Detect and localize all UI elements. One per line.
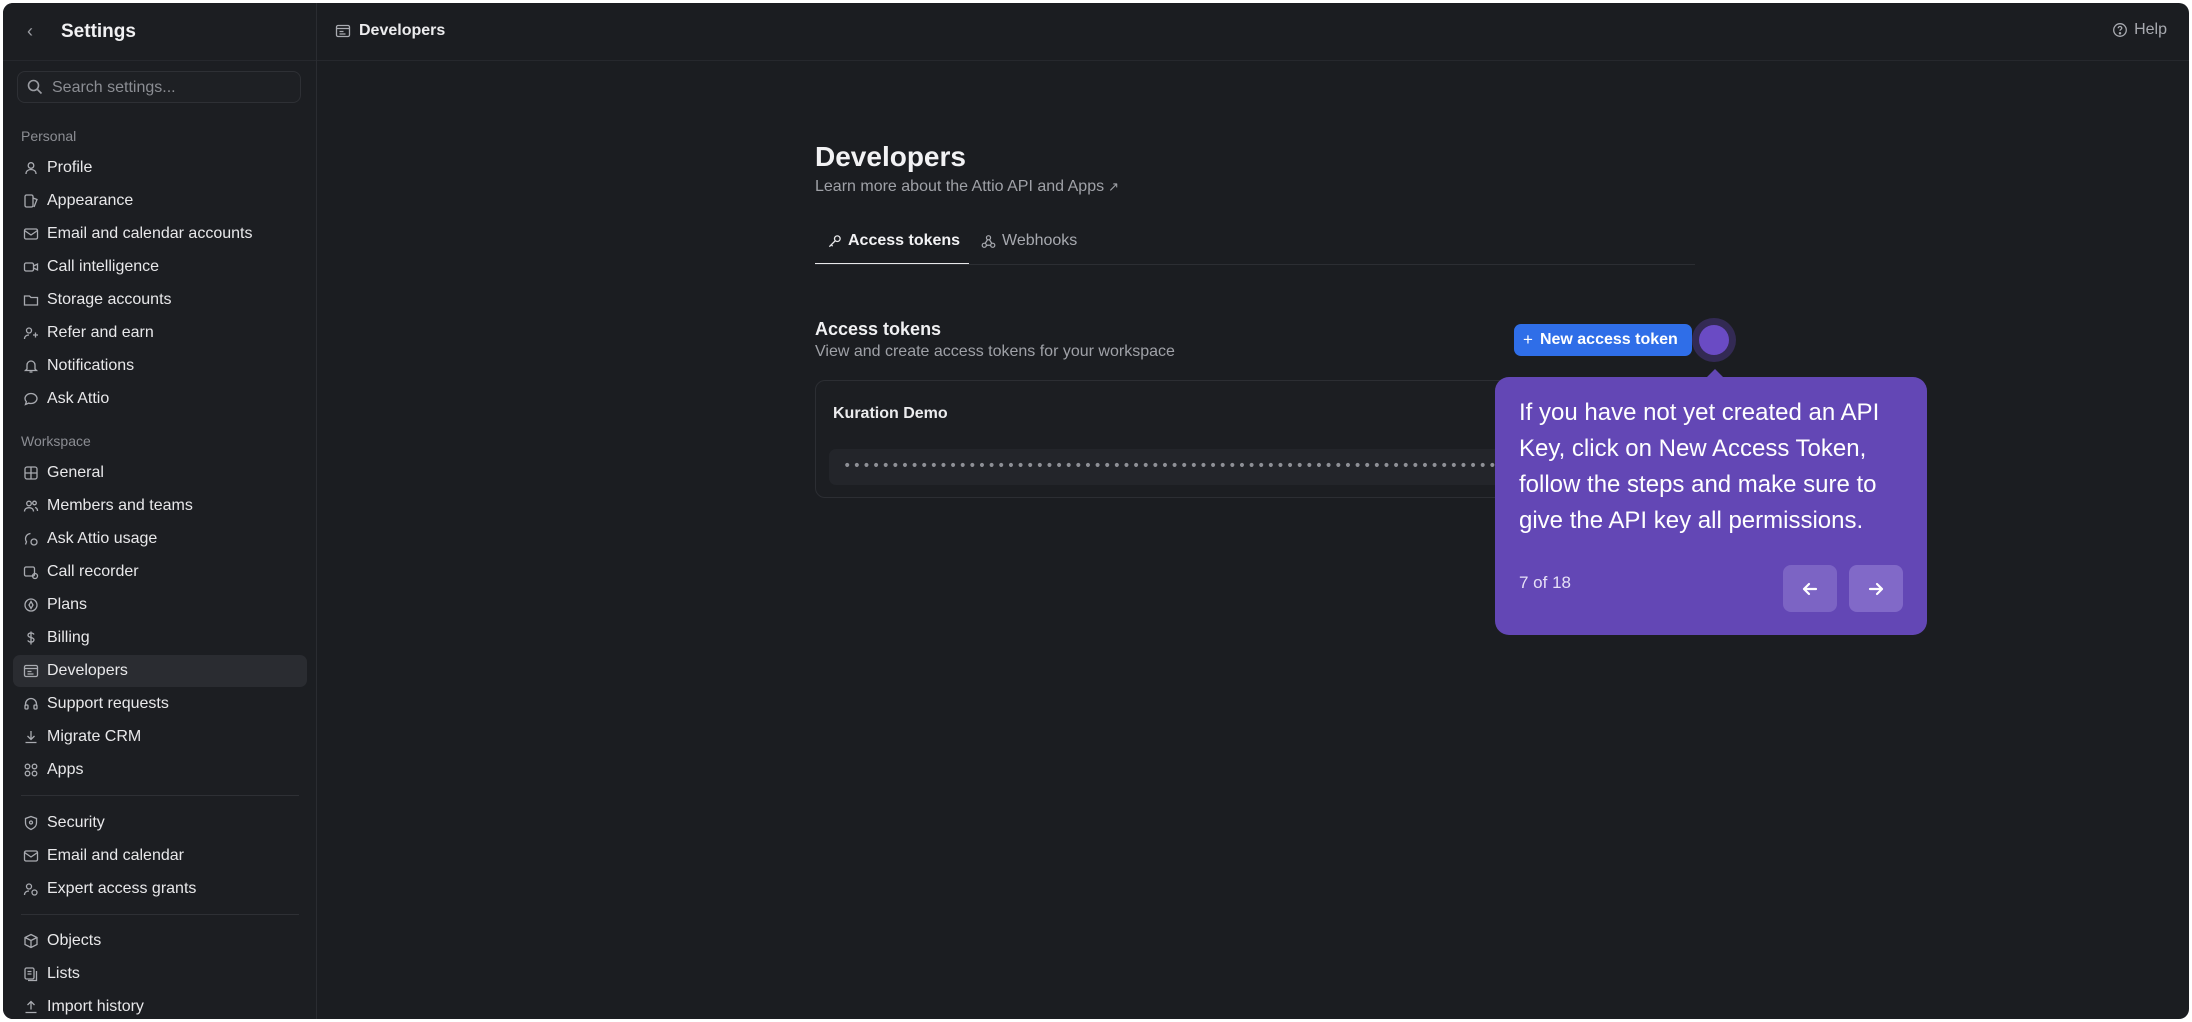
sidebar-item-profile[interactable]: Profile bbox=[13, 152, 307, 184]
headset-icon bbox=[23, 696, 39, 712]
token-value-field[interactable]: ••••••••••••••••••••••••••••••••••••••••… bbox=[829, 449, 1529, 485]
sidebar-item-call-intelligence[interactable]: Call intelligence bbox=[13, 251, 307, 283]
search-icon bbox=[27, 79, 43, 95]
sidebar-item-storage-accounts[interactable]: Storage accounts bbox=[13, 284, 307, 316]
help-label: Help bbox=[2134, 21, 2167, 38]
bell-icon bbox=[23, 358, 39, 374]
app-window: ‹ Settings Personal Profile Appearance E… bbox=[3, 3, 2189, 1019]
sidebar-divider bbox=[21, 914, 299, 915]
masked-token: ••••••••••••••••••••••••••••••••••••••••… bbox=[843, 458, 1529, 474]
help-button[interactable]: Help bbox=[2112, 21, 2167, 39]
sidebar-item-ask-attio[interactable]: Ask Attio bbox=[13, 383, 307, 415]
appearance-icon bbox=[23, 193, 39, 209]
webhook-icon bbox=[981, 235, 996, 248]
section-label-workspace: Workspace bbox=[21, 433, 91, 449]
sidebar-item-security[interactable]: Security bbox=[13, 807, 307, 839]
sidebar-item-appearance[interactable]: Appearance bbox=[13, 185, 307, 217]
users-icon bbox=[23, 498, 39, 514]
sidebar-title: Settings bbox=[61, 21, 136, 42]
breadcrumb-title: Developers bbox=[359, 22, 446, 39]
apps-icon bbox=[23, 762, 39, 778]
sidebar-item-objects[interactable]: Objects bbox=[13, 925, 307, 957]
sidebar-divider bbox=[21, 795, 299, 796]
sidebar-item-migrate-crm[interactable]: Migrate CRM bbox=[13, 721, 307, 753]
arrow-left-icon bbox=[1802, 582, 1818, 595]
mail-icon bbox=[23, 848, 39, 864]
settings-sidebar: ‹ Settings Personal Profile Appearance E… bbox=[3, 3, 317, 1019]
sidebar-item-plans[interactable]: Plans bbox=[13, 589, 307, 621]
developers-icon bbox=[23, 663, 39, 679]
access-token-card: Kuration Demo ••••••••••••••••••••••••••… bbox=[815, 380, 1535, 498]
list-icon bbox=[23, 966, 39, 982]
sidebar-item-ask-attio-usage[interactable]: Ask Attio usage bbox=[13, 523, 307, 555]
section-title: Access tokens bbox=[815, 319, 942, 339]
sidebar-item-members-and-teams[interactable]: Members and teams bbox=[13, 490, 307, 522]
mail-calendar-icon bbox=[23, 226, 39, 242]
tab-webhooks[interactable]: Webhooks bbox=[981, 232, 1077, 265]
sidebar-item-notifications[interactable]: Notifications bbox=[13, 350, 307, 382]
tour-prev-button[interactable] bbox=[1783, 565, 1837, 612]
user-icon bbox=[23, 160, 39, 176]
tab-access-tokens[interactable]: Access tokens bbox=[815, 232, 969, 265]
sidebar-item-developers[interactable]: Developers bbox=[13, 655, 307, 687]
plans-icon bbox=[23, 597, 39, 613]
section-subtitle: View and create access tokens for your w… bbox=[815, 343, 1175, 360]
sidebar-item-import-history[interactable]: Import history bbox=[13, 991, 307, 1019]
page-title: Developers bbox=[815, 141, 966, 172]
sidebar-item-billing[interactable]: Billing bbox=[13, 622, 307, 654]
tour-beacon-dot[interactable] bbox=[1699, 325, 1729, 355]
usage-icon bbox=[23, 531, 39, 547]
external-link-icon: ↗ bbox=[1108, 179, 1119, 194]
upload-icon bbox=[23, 999, 39, 1015]
sidebar-header: ‹ Settings bbox=[3, 3, 316, 61]
recorder-icon bbox=[23, 564, 39, 580]
tour-tooltip: If you have not yet created an API Key, … bbox=[1495, 377, 1927, 635]
sidebar-item-expert-access-grants[interactable]: Expert access grants bbox=[13, 873, 307, 905]
shield-icon bbox=[23, 815, 39, 831]
dollar-icon bbox=[23, 630, 39, 646]
expert-icon bbox=[23, 881, 39, 897]
arrow-right-icon bbox=[1868, 582, 1884, 595]
sidebar-item-call-recorder[interactable]: Call recorder bbox=[13, 556, 307, 588]
developers-icon bbox=[335, 24, 351, 38]
sidebar-item-general[interactable]: General bbox=[13, 457, 307, 489]
chat-icon bbox=[23, 391, 39, 407]
tour-next-button[interactable] bbox=[1849, 565, 1903, 612]
new-access-token-button[interactable]: + New access token bbox=[1514, 324, 1692, 356]
search-input[interactable] bbox=[50, 75, 294, 101]
folder-icon bbox=[23, 292, 39, 308]
download-icon bbox=[23, 729, 39, 745]
plus-icon: + bbox=[1523, 330, 1533, 349]
token-name: Kuration Demo bbox=[833, 405, 948, 422]
section-label-personal: Personal bbox=[21, 128, 77, 144]
cube-icon bbox=[23, 933, 39, 949]
sidebar-item-refer-and-earn[interactable]: Refer and earn bbox=[13, 317, 307, 349]
api-docs-link[interactable]: Learn more about the Attio API and Apps ↗ bbox=[815, 178, 1119, 196]
top-bar: Developers Help bbox=[317, 3, 2189, 61]
video-icon bbox=[23, 259, 39, 275]
help-icon bbox=[2113, 23, 2128, 37]
search-box[interactable] bbox=[17, 71, 301, 103]
back-chevron-icon[interactable]: ‹ bbox=[27, 21, 33, 42]
sidebar-item-lists[interactable]: Lists bbox=[13, 958, 307, 990]
sidebar-item-email-and-calendar[interactable]: Email and calendar bbox=[13, 840, 307, 872]
refer-icon bbox=[23, 325, 39, 341]
tour-step-count: 7 of 18 bbox=[1519, 573, 1571, 592]
grid-icon bbox=[23, 465, 39, 481]
tabs-divider bbox=[815, 264, 1695, 265]
sidebar-item-apps[interactable]: Apps bbox=[13, 754, 307, 786]
key-icon bbox=[828, 235, 841, 248]
sidebar-item-support-requests[interactable]: Support requests bbox=[13, 688, 307, 720]
tooltip-text: If you have not yet created an API Key, … bbox=[1519, 399, 1880, 534]
sidebar-item-email-calendar-accounts[interactable]: Email and calendar accounts bbox=[13, 218, 307, 250]
